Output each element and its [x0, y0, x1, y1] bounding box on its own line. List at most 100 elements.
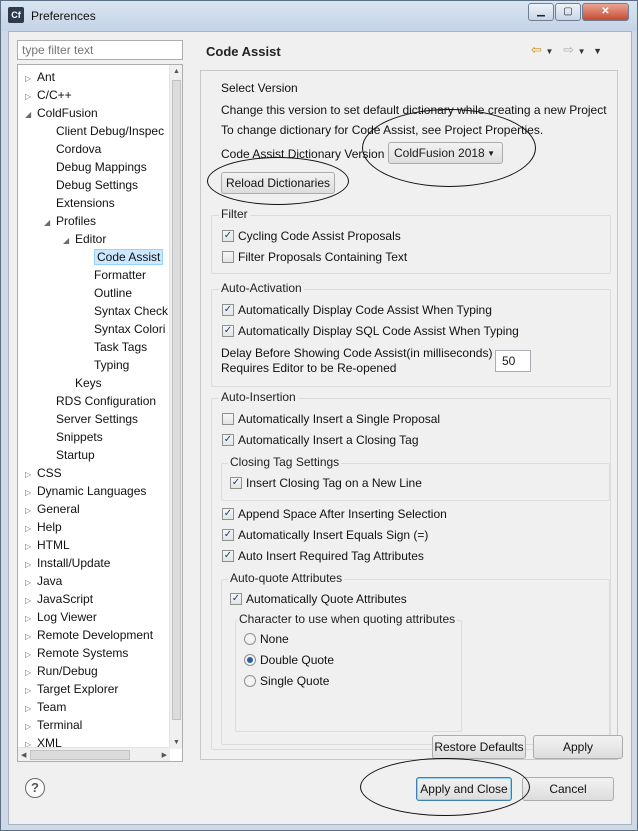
tree-vertical-scrollbar[interactable]: ▲ ▼ — [169, 65, 182, 749]
cancel-button[interactable]: Cancel — [522, 777, 614, 801]
tree-item-label: Keys — [75, 376, 102, 390]
tree-item[interactable]: ▷ C/C++ — [25, 86, 72, 104]
view-menu-icon[interactable]: ▼ — [593, 46, 602, 56]
quote-attrs-checkbox[interactable]: ✓ — [230, 593, 242, 605]
display-sql-checkbox[interactable]: ✓ — [222, 325, 234, 337]
tree-item-label: Formatter — [94, 268, 147, 282]
tree-item[interactable]: RDS Configuration — [44, 392, 156, 410]
tree-item[interactable]: ▷ Dynamic Languages — [25, 482, 146, 500]
tree-vscroll-thumb[interactable] — [172, 80, 181, 720]
tree-item[interactable]: ◢ Editor — [63, 230, 106, 248]
restore-defaults-button[interactable]: Restore Defaults — [432, 735, 526, 759]
tree-item[interactable]: ▷ Target Explorer — [25, 680, 118, 698]
tree-item[interactable]: ▷ Java — [25, 572, 62, 590]
new-line-checkbox[interactable]: ✓ — [230, 477, 242, 489]
quote-option-label: Single Quote — [260, 674, 330, 688]
tree-item[interactable]: Startup — [44, 446, 95, 464]
tree-item[interactable]: ▷ Remote Development — [25, 626, 153, 644]
quote-attrs-label: Automatically Quote Attributes — [246, 592, 407, 606]
tree-item[interactable]: Extensions — [44, 194, 115, 212]
forward-dropdown-icon[interactable]: ▼ — [578, 47, 586, 56]
single-proposal-checkbox[interactable] — [222, 413, 234, 425]
filter-group-title: Filter — [219, 207, 250, 221]
tree-item[interactable]: ◢ Profiles — [44, 212, 96, 230]
dictionary-version-select[interactable]: ColdFusion 2018 ▼ — [388, 142, 503, 164]
tree-item[interactable]: Debug Settings — [44, 176, 138, 194]
delay-input[interactable]: 50 — [495, 350, 531, 372]
reload-dictionaries-button[interactable]: Reload Dictionaries — [221, 172, 335, 194]
tree-item[interactable]: ◢ ColdFusion — [25, 104, 98, 122]
filter-input[interactable] — [17, 40, 183, 60]
page-nav-icons: ⇦ ▼ ⇨ ▼ ▼ — [531, 42, 602, 58]
tree-item[interactable]: Keys — [63, 374, 102, 392]
quote-option-radio[interactable] — [244, 633, 256, 645]
new-line-label: Insert Closing Tag on a New Line — [246, 476, 422, 490]
dictionary-version-label: Code Assist Dictionary Version — [221, 147, 385, 161]
closing-tag-label: Automatically Insert a Closing Tag — [238, 433, 419, 447]
tree-item[interactable]: ▷ Log Viewer — [25, 608, 97, 626]
tree-item-label: Server Settings — [56, 412, 139, 426]
back-arrow-icon[interactable]: ⇦ — [531, 42, 542, 57]
tree-item[interactable]: ▷ General — [25, 500, 80, 518]
apply-button[interactable]: Apply — [533, 735, 623, 759]
tree-item-label: Cordova — [56, 142, 102, 156]
tree-item[interactable]: ▷ Ant — [25, 68, 55, 86]
auto-quote-title: Auto-quote Attributes — [228, 571, 345, 585]
tree-item[interactable]: ▷ Help — [25, 518, 62, 536]
select-version-title: Select Version — [221, 81, 298, 95]
minimize-button[interactable]: ▁ — [528, 3, 554, 21]
tree-item[interactable]: Code Assist — [82, 248, 164, 266]
close-button[interactable]: ✕ — [582, 3, 629, 21]
tree-item[interactable]: ▷ CSS — [25, 464, 62, 482]
closing-tag-checkbox[interactable]: ✓ — [222, 434, 234, 446]
tree-item[interactable]: Outline — [82, 284, 132, 302]
filter-containing-checkbox[interactable] — [222, 251, 234, 263]
title-bar: Cf Preferences ▁ ▢ ✕ — [1, 1, 637, 31]
quote-option-radio[interactable] — [244, 654, 256, 666]
quote-option-radio[interactable] — [244, 675, 256, 687]
tree-item[interactable]: ▷ JavaScript — [25, 590, 93, 608]
append-space-checkbox[interactable]: ✓ — [222, 508, 234, 520]
tree-hscroll-thumb[interactable] — [30, 750, 130, 760]
tree-item-label: Ant — [37, 70, 56, 84]
closing-tag-settings-title: Closing Tag Settings — [228, 455, 342, 469]
tree-item[interactable]: ▷ Install/Update — [25, 554, 110, 572]
tree-item-label: Remote Development — [37, 628, 154, 642]
tree-item[interactable]: ▷ Run/Debug — [25, 662, 98, 680]
forward-arrow-icon[interactable]: ⇨ — [563, 42, 574, 57]
tree-item-label: CSS — [37, 466, 62, 480]
page-title: Code Assist — [206, 44, 281, 59]
expanded-arrow-icon[interactable]: ◢ — [25, 106, 35, 124]
tree-item[interactable]: Cordova — [44, 140, 101, 158]
preference-tree[interactable]: ▷ Ant ▷ C/C++ ◢ ColdFusion Client Debug/Inspec… — [17, 64, 183, 762]
maximize-button[interactable]: ▢ — [555, 3, 581, 21]
tree-item-label: Code Assist — [94, 249, 164, 265]
tree-item[interactable]: Client Debug/Inspec — [44, 122, 164, 140]
back-dropdown-icon[interactable]: ▼ — [546, 47, 554, 56]
tree-item[interactable]: Typing — [82, 356, 129, 374]
tree-item-label: Help — [37, 520, 62, 534]
required-attrs-checkbox[interactable]: ✓ — [222, 550, 234, 562]
tree-item[interactable]: Syntax Colori — [82, 320, 165, 338]
apply-and-close-button[interactable]: Apply and Close — [416, 777, 512, 801]
tree-item-label: Extensions — [56, 196, 115, 210]
expanded-arrow-icon[interactable]: ◢ — [44, 214, 54, 232]
tree-item[interactable]: Server Settings — [44, 410, 138, 428]
tree-item[interactable]: ▷ Terminal — [25, 716, 82, 734]
display-typing-checkbox[interactable]: ✓ — [222, 304, 234, 316]
help-icon[interactable]: ? — [25, 778, 45, 798]
window-title: Preferences — [31, 9, 96, 23]
tree-item[interactable]: Debug Mappings — [44, 158, 147, 176]
cycling-proposals-checkbox[interactable]: ✓ — [222, 230, 234, 242]
tree-item[interactable]: Snippets — [44, 428, 103, 446]
tree-horizontal-scrollbar[interactable]: ◀ ▶ — [18, 747, 170, 761]
tree-item[interactable]: Syntax Check — [82, 302, 168, 320]
tree-item[interactable]: Task Tags — [82, 338, 147, 356]
tree-item[interactable]: ▷ Remote Systems — [25, 644, 128, 662]
tree-item-label: HTML — [37, 538, 70, 552]
tree-item[interactable]: ▷ HTML — [25, 536, 70, 554]
tree-item[interactable]: ▷ Team — [25, 698, 66, 716]
tree-item[interactable]: Formatter — [82, 266, 146, 284]
expanded-arrow-icon[interactable]: ◢ — [63, 232, 73, 250]
equals-sign-checkbox[interactable]: ✓ — [222, 529, 234, 541]
